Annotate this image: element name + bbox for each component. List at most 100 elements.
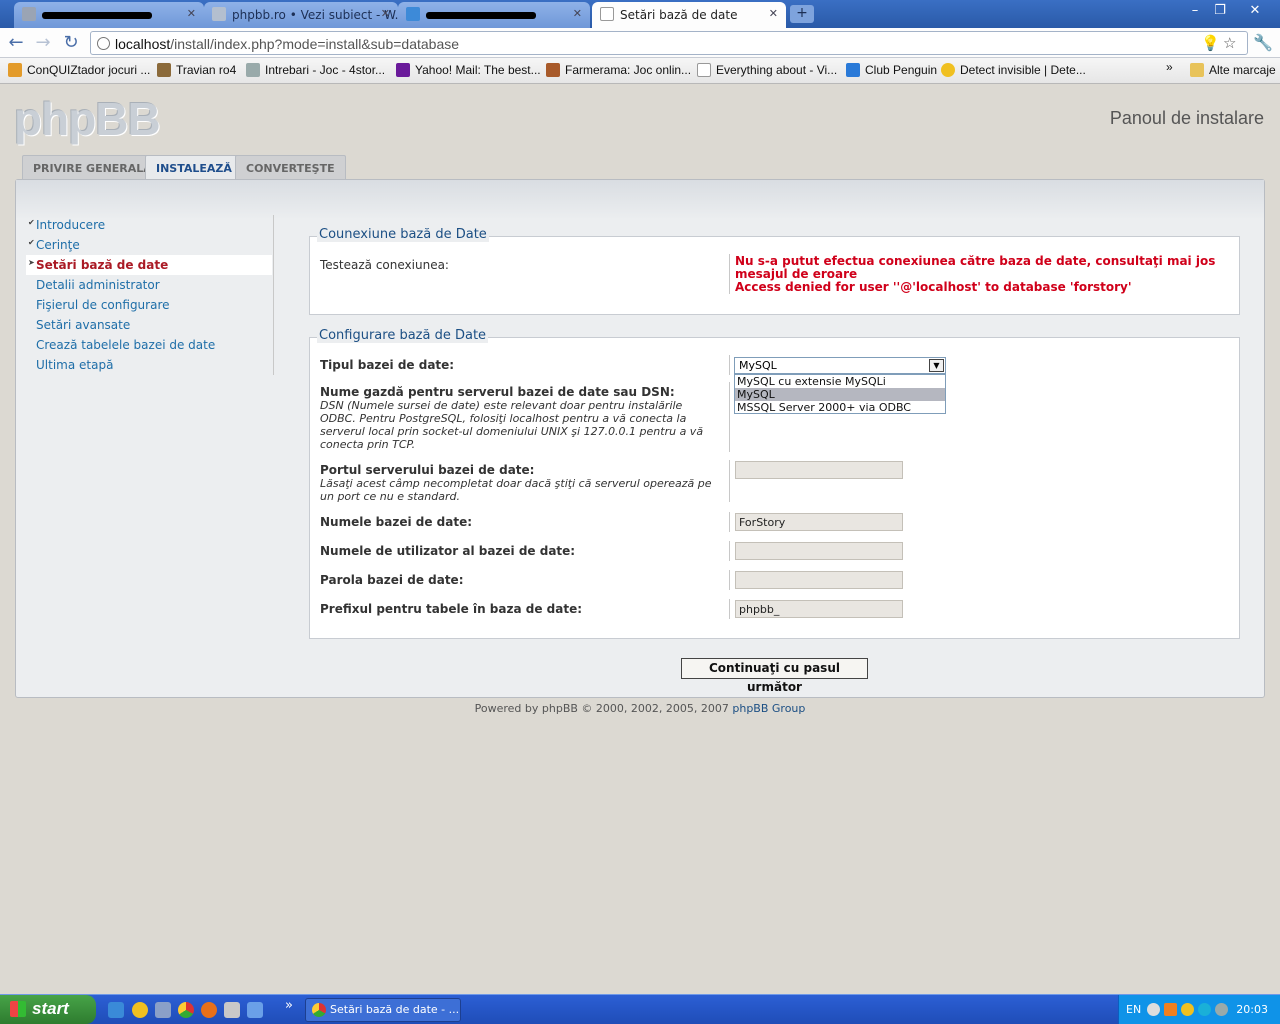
- divider: [729, 599, 730, 619]
- tab-favicon-icon: [406, 7, 420, 21]
- port-input[interactable]: [735, 461, 903, 479]
- windows-logo-icon: [10, 1001, 26, 1017]
- tray-arrow-icon[interactable]: [1147, 1003, 1160, 1016]
- menu-item-setari-avansate[interactable]: Setări avansate: [26, 315, 272, 335]
- page-icon: [697, 63, 711, 77]
- browser-tab-active[interactable]: Setări bază de date ✕: [592, 2, 786, 28]
- messenger-tray-icon[interactable]: [1181, 1003, 1194, 1016]
- menu-item-creaza-tabelele[interactable]: Crează tabelele bazei de date: [26, 335, 272, 355]
- browser-tab-2[interactable]: phpbb.ro • Vezi subiect - W... ✕: [204, 2, 398, 28]
- close-tab-icon[interactable]: ✕: [573, 7, 582, 20]
- phpbb-group-link[interactable]: phpBB Group: [732, 702, 805, 715]
- taskbar-window-button[interactable]: Setări bază de date - ...: [305, 998, 461, 1022]
- bookmark-item[interactable]: Travian ro4: [157, 63, 236, 77]
- divider: [729, 570, 730, 590]
- port-label: Portul serverului bazei de date:: [320, 463, 535, 477]
- other-bookmarks[interactable]: Alte marcaje: [1190, 63, 1276, 77]
- wrench-icon[interactable]: 🔧: [1253, 33, 1273, 52]
- divider: [729, 355, 730, 375]
- bookmark-item[interactable]: Farmerama: Joc onlin...: [546, 63, 691, 77]
- bookmarks-bar: ConQUIZtador jocuri ... Travian ro4 Intr…: [0, 58, 1280, 84]
- bookmark-item[interactable]: ConQUIZtador jocuri ...: [8, 63, 150, 77]
- page-icon: [600, 7, 614, 21]
- address-bar[interactable]: localhost/install/index.php?mode=install…: [90, 31, 1248, 55]
- tray-app-icon[interactable]: [1198, 1003, 1211, 1016]
- menu-item-detalii-administrator[interactable]: Detalii administrator: [26, 275, 272, 295]
- back-icon[interactable]: ←: [5, 32, 27, 54]
- tab-favicon-icon: [22, 7, 36, 21]
- browser-tab-1[interactable]: ✕: [14, 2, 204, 28]
- close-tab-icon[interactable]: ✕: [187, 7, 196, 20]
- host-label: Nume gazdă pentru serverul bazei de date…: [320, 385, 675, 399]
- arrow-icon: ➤: [28, 258, 35, 267]
- port-description: Lăsaţi acest câmp necompletat doar dacă …: [320, 477, 712, 503]
- page-content: phpBB Panoul de instalare PRIVIRE GENERA…: [0, 84, 1280, 994]
- messenger-icon[interactable]: [132, 1002, 148, 1018]
- dbuser-input[interactable]: [735, 542, 903, 560]
- firefox-icon[interactable]: [201, 1002, 217, 1018]
- chevron-down-icon[interactable]: ▼: [929, 359, 944, 372]
- clock[interactable]: 20:03: [1236, 1003, 1268, 1016]
- chrome-icon[interactable]: [178, 1002, 194, 1018]
- bookmark-item[interactable]: Club Penguin: [846, 63, 937, 77]
- bookmark-item[interactable]: Everything about - Vi...: [697, 63, 837, 77]
- footer: Powered by phpBB © 2000, 2002, 2005, 200…: [474, 702, 806, 715]
- dbpass-label: Parola bazei de date:: [320, 573, 464, 587]
- smiley-icon: [941, 63, 955, 77]
- chrome-icon: [312, 1003, 326, 1017]
- close-tab-icon[interactable]: ✕: [381, 7, 390, 20]
- divider: [729, 460, 730, 502]
- bookmark-item[interactable]: Detect invisible | Dete...: [941, 63, 1086, 77]
- config-legend: Configurare bază de Date: [317, 328, 489, 343]
- star-icon[interactable]: ☆: [1223, 34, 1236, 52]
- reload-icon[interactable]: ↻: [60, 32, 82, 54]
- menu-item-fisierul-de-configurare[interactable]: Fişierul de configurare: [26, 295, 272, 315]
- new-tab-button[interactable]: +: [790, 5, 814, 23]
- menu-item-introducere[interactable]: ✔ Introducere: [26, 215, 272, 235]
- menu-item-ultima-etapa[interactable]: Ultima etapă: [26, 355, 272, 375]
- menu-item-setari-baza-de-date[interactable]: ➤ Setări bază de date: [26, 255, 272, 275]
- bookmarks-overflow-icon[interactable]: »: [1166, 60, 1173, 74]
- language-indicator[interactable]: EN: [1126, 1003, 1141, 1016]
- tab-install[interactable]: INSTALEAZĂ: [145, 155, 243, 182]
- browser-titlebar: ✕ phpbb.ro • Vezi subiect - W... ✕ ✕ Set…: [0, 0, 1280, 28]
- system-tray: EN 20:03: [1118, 995, 1280, 1024]
- dbms-option[interactable]: MySQL cu extensie MySQLi: [735, 375, 945, 388]
- dbms-options-list[interactable]: MySQL cu extensie MySQLi MySQL MSSQL Ser…: [734, 374, 946, 414]
- dbuser-label: Numele de utilizator al bazei de date:: [320, 544, 576, 558]
- check-icon: ✔: [28, 218, 35, 227]
- dbpass-input[interactable]: [735, 571, 903, 589]
- browser-tab-3[interactable]: ✕: [398, 2, 590, 28]
- app-icon[interactable]: [247, 1002, 263, 1018]
- menu-item-cerinte[interactable]: ✔ Cerinţe: [26, 235, 272, 255]
- close-tab-icon[interactable]: ✕: [769, 7, 778, 20]
- bookmark-item[interactable]: Yahoo! Mail: The best...: [396, 63, 541, 77]
- check-icon: ✔: [28, 238, 35, 247]
- panel-title: Panoul de instalare: [1109, 108, 1264, 128]
- lightbulb-icon[interactable]: 💡: [1201, 34, 1220, 52]
- dbname-label: Numele bazei de date:: [320, 515, 473, 529]
- dbms-select[interactable]: MySQL ▼: [734, 357, 946, 374]
- forward-icon[interactable]: →: [32, 32, 54, 54]
- app-icon[interactable]: [224, 1002, 240, 1018]
- tab-convert[interactable]: CONVERTEŞTE: [235, 155, 346, 181]
- yahoo-icon: [396, 63, 410, 77]
- continue-button[interactable]: Continuaţi cu pasul următor: [681, 658, 868, 694]
- bookmark-item[interactable]: Intrebari - Joc - 4stor...: [246, 63, 385, 77]
- close-window-icon[interactable]: ✕: [1244, 2, 1266, 20]
- volume-icon[interactable]: [1215, 1003, 1228, 1016]
- restore-icon[interactable]: ❐: [1209, 2, 1231, 20]
- start-button[interactable]: start: [0, 995, 96, 1024]
- minimize-icon[interactable]: –: [1184, 2, 1206, 20]
- dbms-option[interactable]: MSSQL Server 2000+ via ODBC: [735, 401, 945, 414]
- quicklaunch-overflow-icon[interactable]: »: [285, 998, 293, 1013]
- ie-icon[interactable]: [108, 1002, 124, 1018]
- redacted-tab-title: [42, 12, 152, 19]
- desktop-icon[interactable]: [155, 1002, 171, 1018]
- tab-overview[interactable]: PRIVIRE GENERALĂ: [22, 155, 163, 181]
- dbname-input[interactable]: ForStory: [735, 513, 903, 531]
- tray-app-icon[interactable]: [1164, 1003, 1177, 1016]
- dbms-option-selected[interactable]: MySQL: [735, 388, 945, 401]
- divider: [729, 512, 730, 532]
- prefix-input[interactable]: phpbb_: [735, 600, 903, 618]
